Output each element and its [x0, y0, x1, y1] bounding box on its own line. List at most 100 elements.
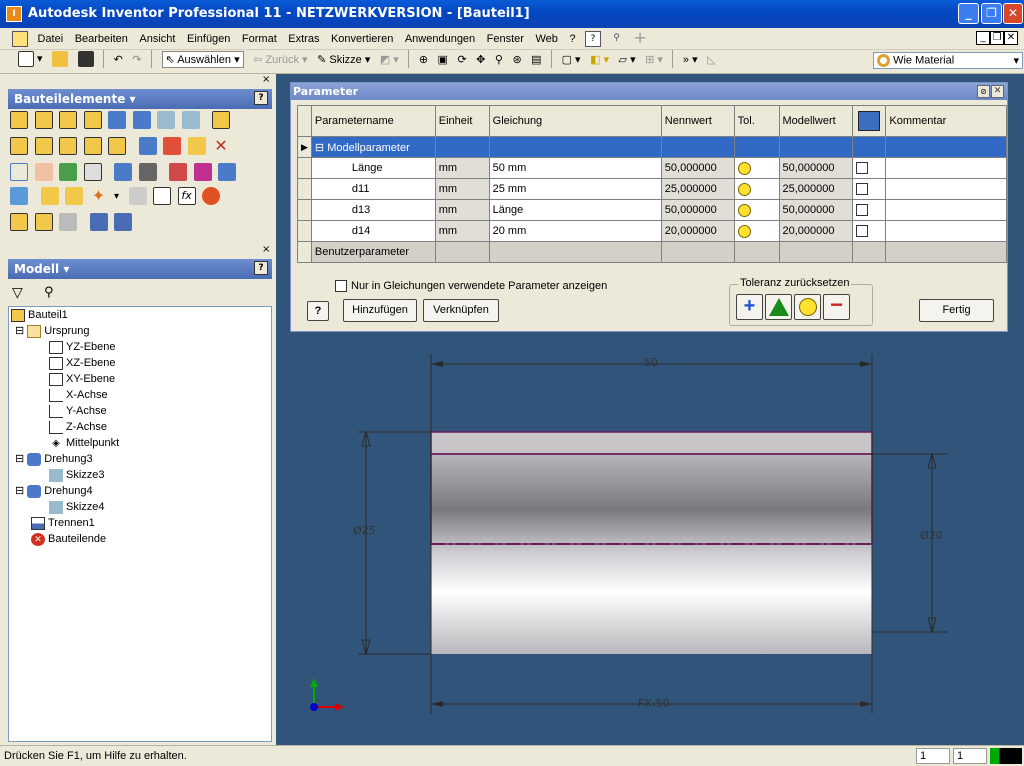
derived-part-icon[interactable] [34, 213, 53, 231]
tree-node-ursprung[interactable]: ⊟ Ursprung [15, 323, 90, 339]
close-model-panel-icon[interactable]: × [262, 244, 270, 255]
extrude-icon[interactable] [10, 111, 28, 129]
tree-node-skizze3[interactable]: Skizze3 [49, 467, 105, 483]
features-help-button[interactable]: ? [254, 91, 268, 105]
loft-icon[interactable] [132, 111, 151, 129]
thread-icon[interactable] [212, 111, 230, 129]
tree-node-drehung4[interactable]: ⊟ Drehung4 [15, 483, 93, 499]
tree-node-y-axis[interactable]: Y-Achse [49, 403, 107, 419]
cell-export[interactable] [852, 220, 887, 242]
close-panel-icon[interactable]: × [262, 74, 270, 85]
bend-icon[interactable] [59, 163, 77, 181]
pattern-icon[interactable] [10, 163, 28, 181]
plane-icon[interactable] [10, 187, 28, 205]
header-nominal[interactable]: Nennwert [660, 105, 735, 137]
cell-comment[interactable] [885, 220, 1007, 242]
dialog-titlebar[interactable]: Parameter ⊘ ✕ [291, 83, 1007, 100]
zoom-icon[interactable]: ⚲ [495, 53, 503, 66]
cell-comment[interactable] [885, 199, 1007, 221]
decal-icon[interactable] [163, 137, 181, 155]
save-icon[interactable] [77, 51, 94, 67]
tree-node-drehung3[interactable]: ⊟ Drehung3 [15, 451, 93, 467]
mdi-controls[interactable]: _ ❐ ✕ [976, 31, 1018, 45]
menu-ansicht[interactable]: Ansicht [135, 28, 179, 50]
grid-icon[interactable] [83, 163, 102, 181]
cell-tolerance[interactable] [733, 220, 780, 242]
cell-equation[interactable]: 50 mm [488, 157, 662, 179]
find-icon[interactable]: ⚲ [44, 285, 54, 300]
menu-einfuegen[interactable]: Einfügen [183, 28, 234, 50]
header-name[interactable]: Parametername [310, 105, 436, 137]
menu-bearbeiten[interactable]: Bearbeiten [71, 28, 132, 50]
header-export[interactable] [852, 105, 887, 137]
shadow-icon[interactable]: ▱ ▾ [619, 53, 636, 66]
maximize-button[interactable]: ❐ [981, 3, 1002, 24]
revolve-icon[interactable] [34, 111, 53, 129]
tolerance-upper-button[interactable]: + [736, 294, 763, 320]
inventor-icon[interactable]: I [6, 6, 22, 22]
tree-node-z-axis[interactable]: Z-Achse [49, 419, 107, 435]
help-icon[interactable]: ? [585, 31, 602, 47]
header-comment[interactable]: Kommentar [885, 105, 1007, 137]
plus-icon[interactable]: + [632, 30, 649, 47]
shell-icon[interactable] [83, 111, 102, 129]
header-unit[interactable]: Einheit [434, 105, 490, 137]
dialog-pin-icon[interactable]: ⊘ [977, 85, 990, 98]
menu-fenster[interactable]: Fenster [483, 28, 528, 50]
parameters-fx-icon[interactable]: fx [177, 187, 196, 205]
derived-icon[interactable] [187, 137, 206, 155]
export-checkbox[interactable] [856, 204, 869, 217]
hole-icon[interactable] [59, 111, 77, 129]
orbit-icon[interactable]: ⊛ [512, 53, 521, 66]
menu-anwendungen[interactable]: Anwendungen [401, 28, 479, 50]
rib-icon[interactable] [108, 111, 126, 129]
tree-node-center[interactable]: ◈ Mittelpunkt [49, 435, 119, 451]
cell-comment[interactable] [885, 178, 1007, 200]
tree-node-trennen1[interactable]: Trennen1 [31, 515, 95, 531]
group-row-user[interactable]: Benutzerparameter [297, 241, 1007, 263]
ifeature-place-icon[interactable] [114, 213, 132, 231]
menu-format[interactable]: Format [238, 28, 281, 50]
emboss-icon[interactable] [138, 137, 157, 155]
face-draft-icon[interactable] [59, 137, 77, 155]
cell-export[interactable] [852, 178, 887, 200]
cell-tolerance[interactable] [733, 157, 780, 179]
header-tolerance[interactable]: Tol. [733, 105, 780, 137]
rotate-icon[interactable]: ⟳ [457, 53, 466, 66]
mirror-plane-icon[interactable] [218, 163, 236, 181]
tree-node-skizze4[interactable]: Skizze4 [49, 499, 105, 515]
link-parameters-button[interactable]: Verknüpfen [423, 299, 499, 322]
points-icon[interactable] [169, 163, 187, 181]
filter-checkbox[interactable] [335, 280, 347, 293]
select-dropdown[interactable]: ⇖ Auswählen ▾ [161, 50, 244, 68]
work-point-dropdown-icon[interactable]: ▾ [114, 191, 119, 202]
cell-export[interactable] [852, 157, 887, 179]
header-equation[interactable]: Gleichung [488, 105, 662, 137]
features-panel-header[interactable]: Bauteilelemente ▾ ? [8, 89, 272, 109]
mirror-feature-icon[interactable] [108, 137, 126, 155]
cell-equation[interactable]: 20 mm [488, 220, 662, 242]
back-button[interactable]: ⇦ Zurück ▾ [253, 53, 307, 66]
fillet-icon[interactable] [10, 137, 28, 155]
minimize-button[interactable]: _ [958, 3, 979, 24]
group-row-model[interactable]: ▶ ⊟ Modellparameter [297, 136, 1007, 158]
menu-help[interactable]: ? [565, 28, 579, 50]
export-checkbox[interactable] [856, 225, 869, 238]
section-icon[interactable]: ◺ [707, 53, 715, 66]
export-checkbox[interactable] [856, 162, 869, 175]
cell-comment[interactable] [885, 157, 1007, 179]
work-axis-icon[interactable] [65, 187, 83, 205]
dialog-help-button[interactable]: ? [307, 301, 329, 321]
model-panel-header[interactable]: Modell ▾ ? [8, 259, 272, 279]
rectangular-pattern-icon[interactable] [114, 163, 132, 181]
tolerance-median-button[interactable] [765, 294, 792, 320]
tolerance-nominal-button[interactable] [794, 294, 821, 320]
tree-node-xz[interactable]: XZ-Ebene [49, 355, 116, 371]
material-dropdown[interactable]: Wie Material ▾ [873, 52, 1023, 69]
cell-equation[interactable]: Länge [488, 199, 662, 221]
header-model-value[interactable]: Modellwert [778, 105, 854, 137]
close-button[interactable]: ✕ [1003, 3, 1023, 24]
tree-node-xy[interactable]: XY-Ebene [49, 371, 115, 387]
open-folder-icon[interactable] [52, 51, 69, 67]
polar-icon[interactable] [193, 163, 212, 181]
